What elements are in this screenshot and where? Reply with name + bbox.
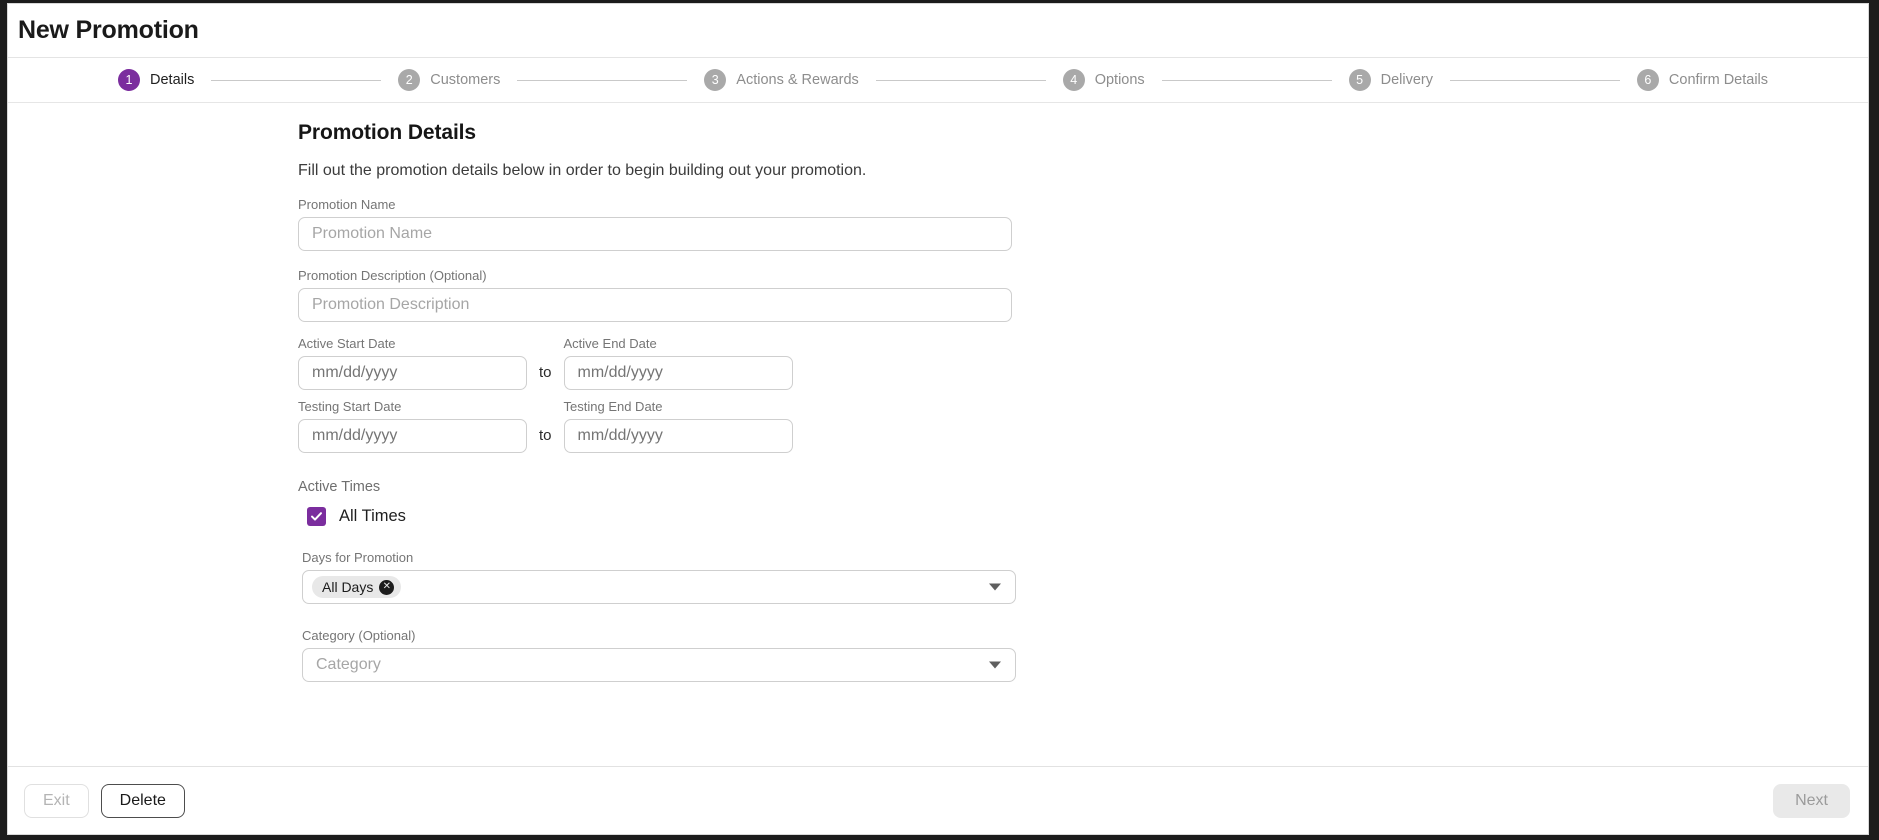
step-connector [875,79,1046,81]
step-connector [1449,79,1620,81]
days-for-promotion-select[interactable]: All Days ✕ [302,570,1016,604]
testing-end-date-input[interactable] [563,419,793,453]
promotion-name-label: Promotion Name [298,197,396,212]
step-number-badge: 5 [1348,69,1371,91]
active-start-date-label: Active Start Date [298,336,396,351]
all-times-checkbox-row[interactable]: All Times [307,507,1058,526]
chip-remove-icon[interactable]: ✕ [379,579,395,595]
titlebar: New Promotion [8,4,1868,58]
chip-label: All Days [322,579,374,595]
wizard-stepper: 1 Details 2 Customers 3 Actions & Reward… [8,58,1868,103]
testing-start-date-input[interactable] [298,419,527,453]
promotion-description-input[interactable] [298,288,1012,322]
delete-button[interactable]: Delete [100,783,185,818]
step-number-badge: 1 [118,69,140,91]
chip-all-days[interactable]: All Days ✕ [312,576,402,598]
step-options[interactable]: 4 Options [1062,69,1145,91]
step-details[interactable]: 1 Details [118,69,194,91]
step-actions-rewards[interactable]: 3 Actions & Rewards [704,69,859,91]
page-title: New Promotion [18,16,199,44]
category-placeholder: Category [316,656,381,673]
days-for-promotion-label: Days for Promotion [302,550,414,565]
exit-button[interactable]: Exit [24,783,89,818]
step-connector [211,79,382,81]
step-number-badge: 4 [1062,69,1085,91]
active-end-date-input[interactable] [563,356,793,390]
step-label: Options [1094,72,1145,88]
step-customers[interactable]: 2 Customers [398,69,500,91]
field-testing-start-date: Testing Start Date [298,399,527,453]
checkmark-icon[interactable] [307,507,326,526]
active-date-range-row: Active Start Date to Active End Date [298,336,1058,390]
step-connector [517,79,688,81]
step-number-badge: 2 [398,69,421,91]
active-times-label: Active Times [298,479,381,495]
testing-end-date-label: Testing End Date [563,399,663,414]
active-date-separator: to [539,364,552,381]
footer-left-actions: Exit Delete [24,783,185,818]
promotion-name-input[interactable] [298,217,1012,251]
next-button[interactable]: Next [1773,783,1850,818]
active-end-date-label: Active End Date [563,336,657,351]
promotion-details-form: Promotion Details Fill out the promotion… [298,103,1058,682]
form-heading: Promotion Details [298,121,476,144]
chevron-down-icon[interactable] [989,583,1001,591]
form-description: Fill out the promotion details below in … [298,162,867,179]
all-times-label: All Times [339,507,406,525]
step-label: Customers [430,72,501,88]
step-confirm-details[interactable]: 6 Confirm Details [1636,69,1769,91]
testing-date-range-row: Testing Start Date to Testing End Date [298,399,1058,453]
new-promotion-window: New Promotion 1 Details 2 Customers 3 Ac… [7,3,1869,835]
testing-date-separator: to [539,427,552,444]
field-promotion-name: Promotion Name [298,197,1058,251]
wizard-footer: Exit Delete Next [8,766,1868,834]
promotion-description-label: Promotion Description (Optional) [298,268,487,283]
step-label: Confirm Details [1668,72,1769,88]
field-category: Category (Optional) Category [302,628,1058,682]
field-days-for-promotion: Days for Promotion All Days ✕ [302,550,1058,604]
chevron-down-icon[interactable] [989,661,1001,669]
category-select[interactable]: Category [302,648,1016,682]
field-testing-end-date: Testing End Date [563,399,793,453]
step-number-badge: 6 [1636,69,1659,91]
step-label: Details [150,72,195,88]
form-scroll-region[interactable]: Promotion Details Fill out the promotion… [8,103,1868,766]
step-number-badge: 3 [704,69,727,91]
step-label: Actions & Rewards [736,72,859,88]
step-delivery[interactable]: 5 Delivery [1348,69,1433,91]
field-active-start-date: Active Start Date [298,336,527,390]
field-promotion-description: Promotion Description (Optional) [298,268,1058,322]
testing-start-date-label: Testing Start Date [298,399,402,414]
step-label: Delivery [1380,72,1433,88]
active-start-date-input[interactable] [298,356,527,390]
category-label: Category (Optional) [302,628,416,643]
step-connector [1161,79,1332,81]
field-active-end-date: Active End Date [563,336,793,390]
